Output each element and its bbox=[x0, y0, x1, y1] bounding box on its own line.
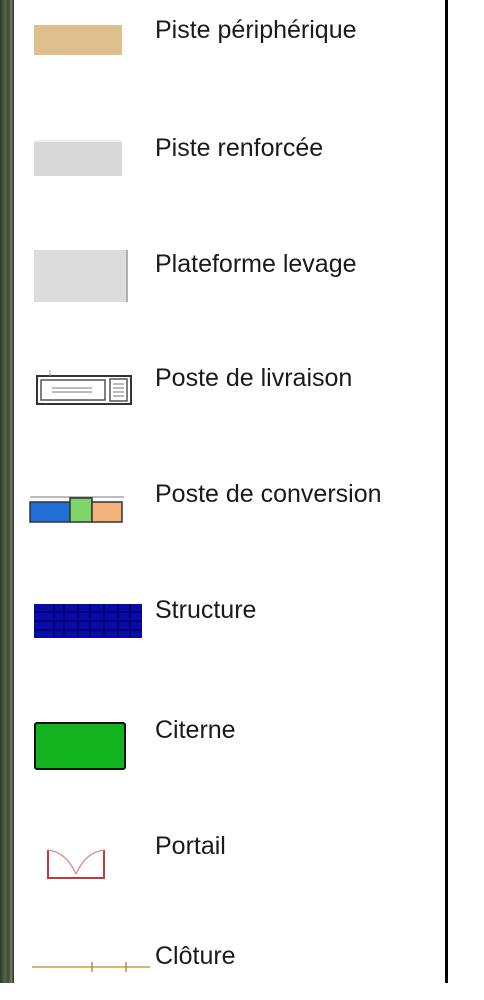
lifting-platform-swatch bbox=[34, 250, 128, 302]
legend-item-conversion-station: Poste de conversion bbox=[14, 476, 445, 536]
legend-label: Piste périphérique bbox=[155, 16, 357, 44]
tank-swatch bbox=[34, 722, 126, 770]
legend-item-lifting-platform: Plateforme levage bbox=[14, 244, 445, 304]
legend-label: Poste de conversion bbox=[155, 480, 382, 508]
delivery-station-icon bbox=[36, 370, 132, 405]
legend-item-reinforced-track: Piste renforcée bbox=[14, 126, 445, 186]
legend-label: Structure bbox=[155, 596, 257, 624]
legend-label: Poste de livraison bbox=[155, 364, 353, 392]
legend-frame-border bbox=[445, 0, 484, 983]
conversion-station-icon bbox=[29, 496, 124, 523]
peripheral-track-swatch bbox=[34, 25, 122, 55]
reinforced-track-swatch bbox=[34, 140, 122, 176]
map-background-strip bbox=[0, 0, 14, 983]
map-legend: Piste périphérique Piste renforcée Plate… bbox=[14, 0, 445, 983]
legend-item-gate: Portail bbox=[14, 828, 445, 888]
legend-label: Plateforme levage bbox=[155, 250, 357, 278]
gate-icon bbox=[47, 849, 105, 879]
legend-label: Piste renforcée bbox=[155, 134, 324, 162]
structure-swatch bbox=[34, 604, 142, 638]
legend-item-fence: Clôture bbox=[14, 940, 445, 1000]
legend-label: Clôture bbox=[155, 942, 236, 970]
legend-item-peripheral-track: Piste périphérique bbox=[14, 8, 445, 68]
fence-line-icon bbox=[32, 962, 150, 972]
legend-label: Citerne bbox=[155, 716, 236, 744]
legend-item-structure: Structure bbox=[14, 592, 445, 652]
legend-label: Portail bbox=[155, 832, 226, 860]
legend-item-tank: Citerne bbox=[14, 712, 445, 772]
legend-item-delivery-station: Poste de livraison bbox=[14, 358, 445, 418]
